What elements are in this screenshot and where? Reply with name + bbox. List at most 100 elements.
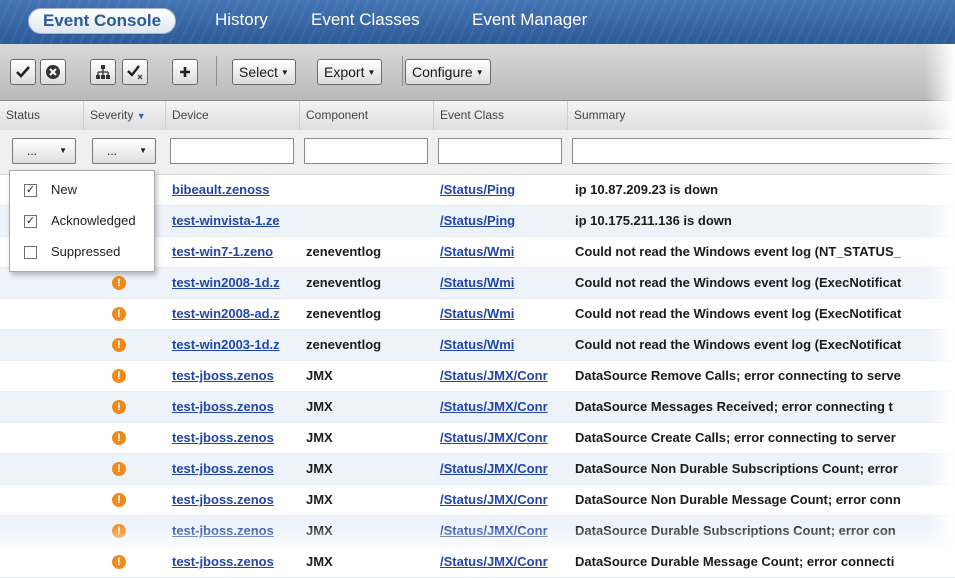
component-cell: JMX (306, 399, 333, 414)
status-option-suppressed[interactable]: Suppressed (10, 237, 154, 267)
table-row[interactable]: ! test-win2008-ad.z zeneventlog/Status/Wmi… (0, 299, 955, 330)
close-event-button[interactable] (40, 59, 66, 85)
component-cell (306, 175, 434, 205)
device-filter-input[interactable] (170, 138, 294, 164)
event-class-link[interactable]: /Status/Wmi (440, 299, 570, 329)
summary-cell: ip 10.87.209.23 is down (575, 182, 719, 197)
checkbox-acknowledged[interactable]: ✓ (24, 215, 37, 228)
status-option-new-label: New (51, 182, 78, 197)
column-header-component[interactable]: Component (300, 101, 434, 130)
export-menu-label: Export (324, 64, 365, 80)
chevron-down-icon: ▼ (139, 146, 147, 155)
event-class-link[interactable]: /Status/JMX/Conr (440, 516, 570, 546)
column-header-event-class[interactable]: Event Class (434, 101, 568, 130)
device-link[interactable]: test-win7-1.zeno (172, 237, 304, 267)
severity-error-icon: ! (112, 524, 126, 538)
table-row[interactable]: ! test-win2008-1d.z zeneventlog/Status/Wmi… (0, 268, 955, 299)
device-link[interactable]: test-jboss.zenos (172, 423, 304, 453)
top-navigation: Event Console History Event Classes Even… (0, 0, 955, 44)
severity-error-icon: ! (112, 555, 126, 569)
checkbox-new[interactable]: ✓ (24, 184, 37, 197)
acknowledge-icon (16, 66, 30, 78)
event-class-link[interactable]: /Status/JMX/Conr (440, 392, 570, 422)
component-cell: JMX (306, 430, 333, 445)
device-link[interactable]: test-winvista-1.ze (172, 206, 304, 236)
device-link[interactable]: test-jboss.zenos (172, 485, 304, 515)
event-class-link[interactable]: /Status/JMX/Conr (440, 423, 570, 453)
reclassify-button[interactable] (90, 59, 116, 85)
summary-cell: DataSource Non Durable Subscriptions Cou… (575, 461, 898, 476)
device-link[interactable]: test-win2003-1d.z (172, 330, 304, 360)
checkbox-suppressed[interactable] (24, 246, 37, 259)
status-option-new[interactable]: ✓ New (10, 175, 154, 205)
device-link[interactable]: test-jboss.zenos (172, 361, 304, 391)
device-link[interactable]: test-jboss.zenos (172, 516, 304, 546)
component-cell: zeneventlog (306, 337, 382, 352)
tab-event-classes[interactable]: Event Classes (311, 10, 420, 30)
severity-error-icon: ! (112, 462, 126, 476)
table-row[interactable]: ! test-jboss.zenos JMX/Status/JMX/Conr Data… (0, 516, 955, 547)
component-cell: JMX (306, 368, 333, 383)
export-menu-button[interactable]: Export ▼ (317, 59, 383, 85)
severity-filter-value: ... (107, 144, 118, 158)
select-menu-label: Select (239, 64, 278, 80)
event-class-link[interactable]: /Status/Ping (440, 206, 570, 236)
summary-filter-input[interactable] (572, 138, 955, 164)
chevron-down-icon: ▼ (280, 68, 289, 77)
event-class-link[interactable]: /Status/JMX/Conr (440, 361, 570, 391)
tab-event-console[interactable]: Event Console (28, 8, 177, 34)
table-row[interactable]: ! test-jboss.zenos JMX/Status/JMX/Conr Data… (0, 361, 955, 392)
status-option-acknowledged[interactable]: ✓ Acknowledged (10, 206, 154, 236)
component-cell: zeneventlog (306, 306, 382, 321)
severity-filter-dropdown[interactable]: ... ▼ (92, 138, 156, 164)
table-row[interactable]: ! test-jboss.zenos JMX/Status/JMX/Conr Data… (0, 423, 955, 454)
add-button[interactable] (172, 59, 198, 85)
device-link[interactable]: bibeault.zenoss (172, 175, 304, 205)
status-option-acknowledged-label: Acknowledged (51, 213, 136, 228)
table-row[interactable]: ! test-jboss.zenos JMX/Status/JMX/Conr Data… (0, 454, 955, 485)
event-class-link[interactable]: /Status/Wmi (440, 268, 570, 298)
table-row[interactable]: ! test-jboss.zenos JMX/Status/JMX/Conr Data… (0, 392, 955, 423)
configure-menu-button[interactable]: Configure ▼ (405, 59, 491, 85)
summary-cell: Could not read the Windows event log (NT… (575, 244, 901, 259)
column-header-summary[interactable]: Summary (568, 101, 955, 130)
event-class-link[interactable]: /Status/Ping (440, 175, 570, 205)
summary-cell: Could not read the Windows event log (Ex… (575, 337, 902, 352)
chevron-down-icon: ▼ (367, 68, 376, 77)
tab-event-manager[interactable]: Event Manager (472, 10, 587, 30)
status-filter-dropdown[interactable]: ... ▼ (12, 138, 76, 164)
device-link[interactable]: test-jboss.zenos (172, 454, 304, 484)
filter-row: ... ▼ ... ▼ (0, 130, 955, 175)
event-class-link[interactable]: /Status/Wmi (440, 330, 570, 360)
column-header-severity[interactable]: Severity ▼ (84, 101, 166, 130)
column-header-device[interactable]: Device (166, 101, 300, 130)
reclassify-icon (96, 65, 110, 79)
select-menu-button[interactable]: Select ▼ (232, 59, 296, 85)
status-option-suppressed-label: Suppressed (51, 244, 121, 259)
severity-error-icon: ! (112, 307, 126, 321)
event-class-link[interactable]: /Status/Wmi (440, 237, 570, 267)
summary-cell: DataSource Durable Subscriptions Count; … (575, 523, 896, 538)
tab-history[interactable]: History (215, 10, 268, 30)
device-link[interactable]: test-win2008-ad.z (172, 299, 304, 329)
device-link[interactable]: test-jboss.zenos (172, 392, 304, 422)
acknowledge-button[interactable] (10, 59, 36, 85)
event-class-filter-input[interactable] (438, 138, 562, 164)
table-row[interactable]: ! test-win2003-1d.z zeneventlog/Status/Wmi… (0, 330, 955, 361)
summary-cell: DataSource Non Durable Message Count; er… (575, 492, 901, 507)
column-header-status[interactable]: Status (0, 101, 84, 130)
table-row[interactable]: ! test-jboss.zenos JMX/Status/JMX/Conr Data… (0, 485, 955, 516)
device-link[interactable]: test-win2008-1d.z (172, 268, 304, 298)
severity-error-icon: ! (112, 400, 126, 414)
component-cell: JMX (306, 492, 333, 507)
component-filter-input[interactable] (304, 138, 428, 164)
severity-error-icon: ! (112, 431, 126, 445)
toolbar: Select ▼ Export ▼ Configure ▼ (0, 44, 955, 101)
event-class-link[interactable]: /Status/JMX/Conr (440, 454, 570, 484)
configure-menu-label: Configure (412, 64, 473, 80)
status-filter-value: ... (27, 144, 38, 158)
add-icon (180, 67, 190, 77)
select-all-button[interactable] (122, 59, 148, 85)
toolbar-separator (216, 56, 217, 86)
event-class-link[interactable]: /Status/JMX/Conr (440, 485, 570, 515)
